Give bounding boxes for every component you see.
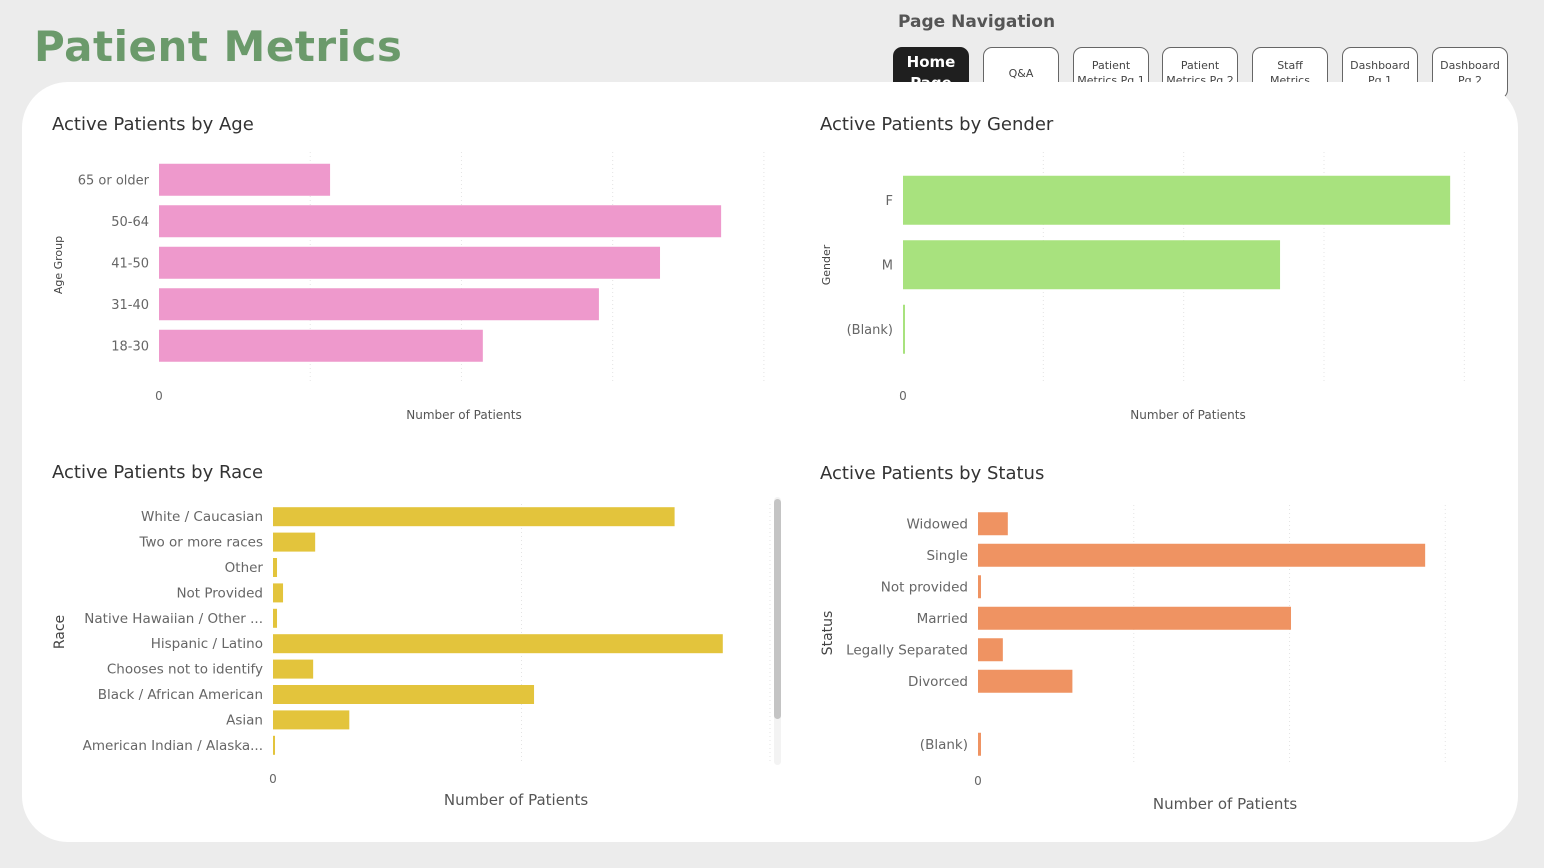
status-category-label: Legally Separated [846, 642, 968, 658]
race-category-label: Two or more races [138, 535, 263, 551]
age-category-label: 50-64 [111, 215, 149, 230]
race-bar [273, 608, 278, 628]
gender-x-axis-label: Number of Patients [1130, 408, 1245, 422]
race-bar [273, 634, 723, 654]
race-category-label: Native Hawaiian / Other ... [84, 611, 263, 627]
age-bar [159, 288, 599, 321]
status-bar [978, 606, 1292, 630]
race-bar [273, 735, 276, 755]
gender-category-label: (Blank) [847, 323, 893, 338]
race-chart-title: Active Patients by Race [52, 462, 263, 483]
race-category-label: Hispanic / Latino [151, 636, 263, 652]
status-category-label: Widowed [906, 516, 968, 532]
gender-y-axis-label: Gender [820, 244, 833, 285]
age-category-label: 18-30 [111, 339, 149, 354]
status-category-label: (Blank) [920, 737, 968, 753]
age-bar [159, 246, 661, 279]
race-category-label: Black / African American [98, 687, 263, 703]
race-y-axis-label: Race [52, 615, 68, 649]
race-bar [273, 558, 278, 577]
age-bar [159, 163, 331, 196]
age-bar [159, 205, 722, 238]
status-bar [978, 512, 1008, 536]
race-category-label: Chooses not to identify [107, 662, 263, 678]
gender-bar [903, 240, 1281, 290]
race-chart-scrollbar-thumb[interactable] [774, 499, 781, 719]
status-bar [978, 575, 981, 599]
status-category-label: Single [926, 548, 968, 564]
race-category-label: Asian [226, 712, 263, 728]
status-bar [978, 638, 1003, 662]
gender-category-label: F [886, 194, 893, 209]
age-category-label: 31-40 [111, 298, 149, 313]
race-bar [273, 659, 314, 679]
age-category-label: 41-50 [111, 256, 149, 271]
status-bar [978, 543, 1426, 567]
status-chart-title: Active Patients by Status [820, 463, 1044, 484]
race-category-label: American Indian / Alaska... [83, 738, 263, 754]
age-x-axis-label: Number of Patients [406, 408, 521, 422]
race-x-axis-label: Number of Patients [444, 791, 588, 809]
age-bar [159, 329, 483, 362]
status-bar [978, 669, 1073, 693]
race-bar [273, 583, 284, 603]
charts-layer: Active Patients by Age Age Group 65 or old… [52, 114, 1465, 813]
race-category-label: Other [225, 560, 264, 576]
status-category-label: Married [917, 611, 968, 627]
race-x-tick-label: 0 [269, 772, 277, 786]
race-bar [273, 710, 350, 730]
gender-category-label: M [882, 258, 893, 273]
race-category-label: Not Provided [176, 585, 263, 601]
status-x-tick-label: 0 [974, 774, 982, 788]
status-x-axis-label: Number of Patients [1153, 795, 1297, 813]
status-category-label: Not provided [881, 579, 968, 595]
status-bar [978, 732, 981, 756]
race-bar [273, 507, 675, 527]
age-y-axis-label: Age Group [52, 236, 65, 294]
race-category-label: White / Caucasian [141, 509, 263, 525]
age-category-label: 65 or older [78, 173, 150, 188]
gender-bar [903, 175, 1451, 225]
status-y-axis-label: Status [820, 611, 836, 656]
gender-x-tick-label: 0 [899, 389, 907, 403]
race-bar [273, 532, 316, 552]
gender-chart-title: Active Patients by Gender [820, 114, 1054, 135]
status-category-label: Divorced [908, 674, 968, 690]
age-x-tick-label: 0 [155, 389, 163, 403]
age-chart-title: Active Patients by Age [52, 114, 254, 135]
gender-bar [903, 304, 905, 354]
race-bar [273, 685, 535, 704]
